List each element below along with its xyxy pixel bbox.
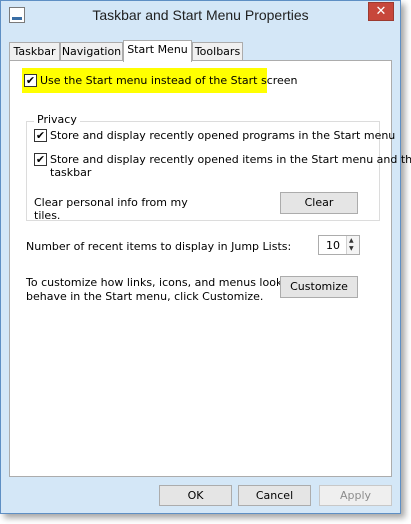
jump-lists-label: Number of recent items to display in Jum… bbox=[26, 240, 292, 253]
title-bar[interactable]: Taskbar and Start Menu Properties ✕ bbox=[1, 1, 400, 31]
use-start-menu-label[interactable]: Use the Start menu instead of the Start … bbox=[40, 74, 298, 87]
recent-items-label-line2[interactable]: taskbar bbox=[50, 166, 91, 179]
recent-items-label-line1[interactable]: Store and display recently opened items … bbox=[50, 153, 411, 166]
jump-lists-value[interactable]: 10 bbox=[326, 239, 340, 252]
start-menu-panel: ✔ Use the Start menu instead of the Star… bbox=[9, 60, 411, 477]
recent-programs-label[interactable]: Store and display recently opened progra… bbox=[50, 129, 395, 142]
tab-toolbars[interactable]: Toolbars bbox=[192, 42, 243, 60]
dialog-footer: OK Cancel Apply bbox=[1, 478, 400, 514]
recent-programs-checkbox[interactable]: ✔ bbox=[34, 129, 47, 142]
clear-info-label-line2: tiles. bbox=[34, 209, 61, 222]
clear-button[interactable]: Clear bbox=[280, 192, 358, 214]
privacy-group-title: Privacy bbox=[34, 113, 80, 126]
jump-lists-stepper[interactable]: 10 ▲ ▼ bbox=[318, 235, 360, 255]
customize-button[interactable]: Customize bbox=[280, 276, 358, 298]
spin-down-icon[interactable]: ▼ bbox=[349, 246, 354, 252]
recent-items-checkbox[interactable]: ✔ bbox=[34, 153, 47, 166]
tab-navigation[interactable]: Navigation bbox=[60, 42, 123, 60]
tab-start-menu[interactable]: Start Menu bbox=[123, 40, 192, 62]
customize-text-line2: behave in the Start menu, click Customiz… bbox=[26, 290, 264, 303]
apply-button[interactable]: Apply bbox=[319, 485, 392, 506]
properties-dialog: Taskbar and Start Menu Properties ✕ Task… bbox=[0, 0, 411, 514]
window-title: Taskbar and Start Menu Properties bbox=[92, 7, 309, 23]
customize-text-line1: To customize how links, icons, and menus… bbox=[26, 276, 307, 289]
clear-info-label-line1: Clear personal info from my bbox=[34, 196, 188, 209]
tab-taskbar[interactable]: Taskbar bbox=[9, 42, 60, 60]
spin-up-icon[interactable]: ▲ bbox=[349, 238, 354, 244]
ok-button[interactable]: OK bbox=[159, 485, 232, 506]
cancel-button[interactable]: Cancel bbox=[238, 485, 311, 506]
spin-buttons[interactable]: ▲ ▼ bbox=[346, 236, 359, 254]
use-start-menu-checkbox[interactable]: ✔ bbox=[24, 74, 37, 87]
close-button[interactable]: ✕ bbox=[368, 2, 394, 21]
